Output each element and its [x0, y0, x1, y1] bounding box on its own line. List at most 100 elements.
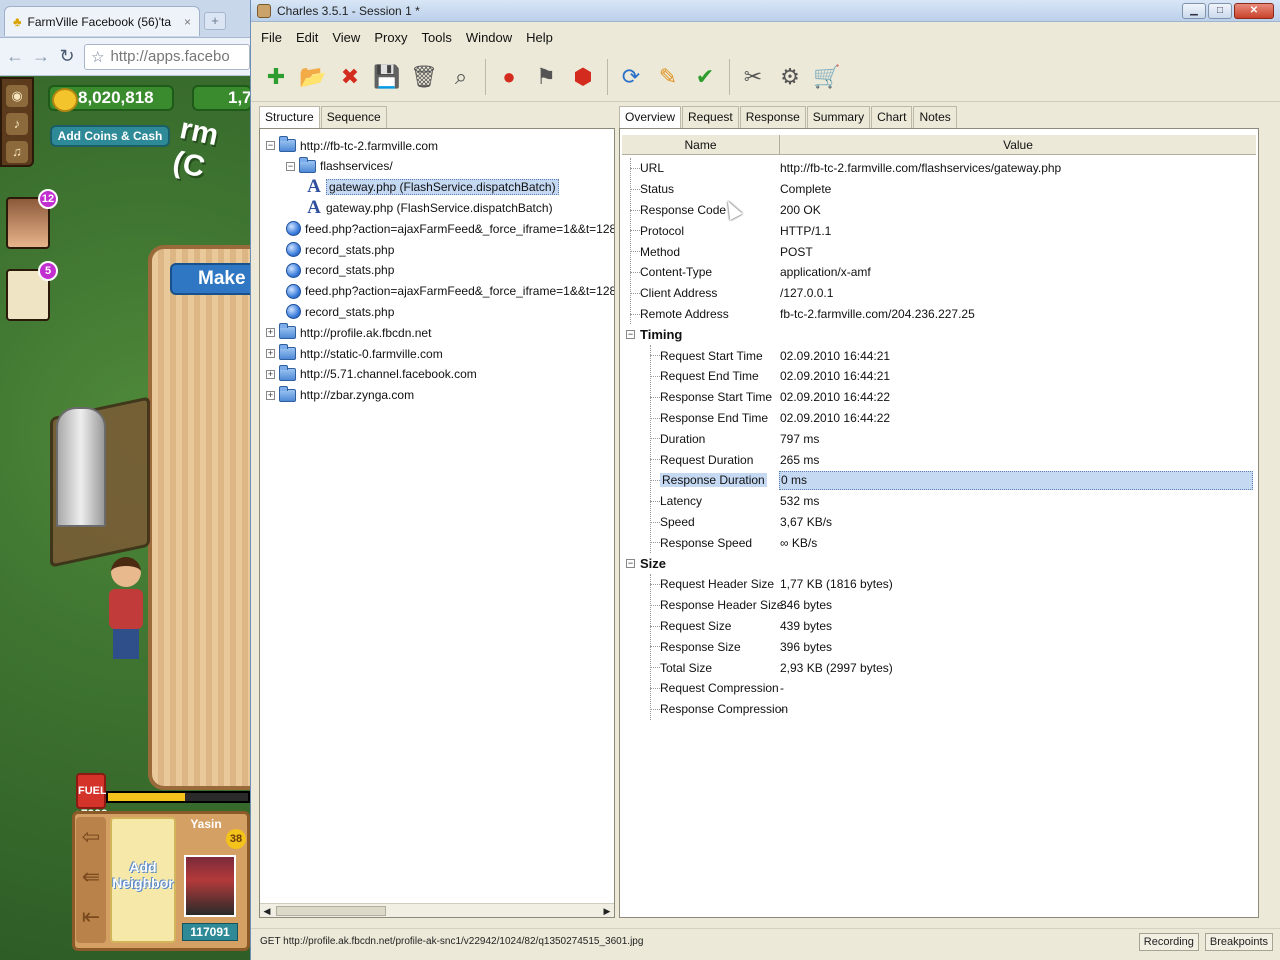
overview-row[interactable]: Request Size 439 bytes — [622, 616, 1256, 637]
overview-row[interactable]: Response Speed ∞ KB/s — [622, 532, 1256, 553]
farmville-game-canvas[interactable]: ◉ ♪ ♫ 8,020,818 1,7 Add Coins & Cash rm … — [0, 77, 250, 960]
overview-row[interactable]: Remote Address fb-tc-2.farmville.com/204.… — [622, 304, 1256, 325]
menu-help[interactable]: Help — [524, 28, 555, 47]
repeat-icon[interactable]: ⟳ — [614, 59, 648, 95]
overview-row[interactable]: Response Size 396 bytes — [622, 636, 1256, 657]
overview-row[interactable]: Total Size 2,93 KB (2997 bytes) — [622, 657, 1256, 678]
window-titlebar[interactable]: Charles 3.5.1 - Session 1 * ▁ □ ✕ — [251, 0, 1280, 22]
overview-row[interactable]: Request Header Size 1,77 KB (1816 bytes) — [622, 574, 1256, 595]
section-row[interactable]: − Size — [622, 553, 1256, 574]
overview-row[interactable]: Request Start Time 02.09.2010 16:44:21 — [622, 345, 1256, 366]
section-row[interactable]: − Timing — [622, 324, 1256, 345]
edit-icon[interactable]: ✎ — [651, 59, 685, 95]
overview-row[interactable]: Content-Type application/x-amf — [622, 262, 1256, 283]
breakpoints-icon[interactable]: ⬢ — [566, 59, 600, 95]
collapse-icon[interactable]: − — [266, 141, 275, 150]
tools-icon[interactable]: ✂ — [736, 59, 770, 95]
cart-icon[interactable]: 🛒 — [810, 59, 844, 95]
overview-row[interactable]: URL http://fb-tc-2.farmville.com/flashser… — [622, 158, 1256, 179]
collapse-icon[interactable]: − — [626, 330, 635, 340]
expand-icon[interactable]: + — [266, 328, 275, 338]
overview-row[interactable]: Status Complete — [622, 179, 1256, 200]
overview-row[interactable]: Response Compression - — [622, 699, 1256, 720]
tree-row[interactable]: Agateway.php (FlashService.dispatchBatch… — [306, 177, 559, 198]
expand-icon[interactable]: + — [266, 349, 275, 358]
menu-tools[interactable]: Tools — [420, 28, 454, 47]
arrow-left-icon[interactable]: ⇦ — [76, 817, 106, 857]
tree-row[interactable]: − flashservices/ — [286, 156, 393, 177]
overview-row[interactable]: Response End Time 02.09.2010 16:44:22 — [622, 408, 1256, 429]
horizontal-scrollbar[interactable]: ◀ ▶ — [260, 903, 614, 917]
tab-summary[interactable]: Summary — [806, 106, 871, 128]
column-header-value[interactable]: Value — [780, 135, 1256, 154]
overview-row[interactable]: Duration 797 ms — [622, 428, 1256, 449]
menu-view[interactable]: View — [330, 28, 362, 47]
close-tab-icon[interactable]: × — [184, 15, 191, 29]
overview-row[interactable]: Speed 3,67 KB/s — [622, 512, 1256, 533]
overview-row[interactable]: Method POST — [622, 241, 1256, 262]
double-arrow-left-icon[interactable]: ⇚ — [76, 857, 106, 897]
overview-row[interactable]: Protocol HTTP/1.1 — [622, 220, 1256, 241]
music-icon[interactable]: ♫ — [6, 141, 28, 163]
overview-row[interactable]: Request Duration 265 ms — [622, 449, 1256, 470]
tab-overview[interactable]: Overview — [619, 106, 682, 128]
breakpoints-status-button[interactable]: Breakpoints — [1204, 932, 1273, 951]
save-icon[interactable]: 💾 — [370, 59, 404, 95]
tab-response[interactable]: Response — [739, 106, 806, 128]
tree-row[interactable]: record_stats.php — [286, 239, 394, 260]
validate-icon[interactable]: ✔ — [688, 59, 722, 95]
add-coins-cash-button[interactable]: Add Coins & Cash — [50, 125, 170, 147]
overview-row[interactable]: Client Address/127.0.0.1 — [622, 283, 1256, 304]
friend-avatar-badge[interactable]: 12 — [6, 189, 58, 249]
sound-icon[interactable]: ♪ — [6, 113, 28, 135]
tree-row[interactable]: feed.php?action=ajaxFarmFeed&_force_ifra… — [286, 281, 614, 302]
scroll-left-icon[interactable]: ◀ — [260, 904, 274, 917]
minimize-button[interactable]: ▁ — [1182, 2, 1206, 19]
tree-row[interactable]: record_stats.php — [286, 301, 394, 322]
find-icon[interactable]: ⌕ — [444, 59, 478, 95]
collapse-icon[interactable]: − — [286, 161, 295, 171]
tree-row[interactable]: record_stats.php — [286, 260, 394, 281]
tree-row[interactable]: + http://profile.ak.fbcdn.net — [266, 322, 431, 343]
close-session-icon[interactable]: ✖ — [333, 59, 367, 95]
back-icon[interactable]: ← — [6, 46, 24, 67]
overview-row[interactable]: Latency 532 ms — [622, 491, 1256, 512]
menu-window[interactable]: Window — [464, 28, 514, 47]
menu-edit[interactable]: Edit — [294, 28, 320, 47]
tab-structure[interactable]: Structure — [259, 106, 320, 128]
fuel-icon[interactable]: FUEL — [76, 773, 107, 809]
menu-file[interactable]: File — [259, 28, 284, 47]
tree-row[interactable]: feed.php?action=ajaxFarmFeed&_force_ifra… — [286, 218, 614, 239]
tree-row[interactable]: − http://fb-tc-2.farmville.com — [266, 135, 438, 156]
throttle-icon[interactable]: ⚑ — [529, 59, 563, 95]
address-bar[interactable]: ☆ http://apps.facebo — [84, 43, 250, 70]
add-neighbor-button[interactable]: Add Neighbor — [110, 817, 176, 943]
tab-request[interactable]: Request — [682, 106, 739, 128]
expand-icon[interactable]: + — [266, 369, 275, 379]
clear-icon[interactable]: 🗑 — [407, 59, 441, 95]
column-header-name[interactable]: Name — [622, 135, 780, 154]
tree-row[interactable]: + http://static-0.farmville.com — [266, 343, 443, 364]
open-icon[interactable]: 📂 — [296, 59, 330, 95]
neighbor-nav-arrows[interactable]: ⇦ ⇚ ⇤ — [76, 817, 106, 943]
record-icon[interactable]: ● — [492, 59, 526, 95]
forward-icon[interactable]: → — [32, 46, 50, 67]
scroll-right-icon[interactable]: ▶ — [600, 904, 614, 917]
tree-row[interactable]: + http://5.71.channel.facebook.com — [266, 364, 477, 385]
neighbor-avatar[interactable] — [184, 855, 236, 917]
tab-chart[interactable]: Chart — [871, 106, 913, 128]
checklist-badge[interactable]: 5 — [6, 261, 58, 321]
reload-icon[interactable]: ↻ — [58, 46, 76, 67]
overview-row[interactable]: Response Code 200 OK — [622, 200, 1256, 221]
settings-icon[interactable]: ⚙ — [773, 59, 807, 95]
arrow-first-icon[interactable]: ⇤ — [76, 897, 106, 937]
overview-row[interactable]: Request End Time 02.09.2010 16:44:21 — [622, 366, 1256, 387]
bookmark-star-icon[interactable]: ☆ — [91, 48, 104, 66]
overview-row[interactable]: Request Compression - — [622, 678, 1256, 699]
close-window-button[interactable]: ✕ — [1234, 2, 1274, 19]
eye-icon[interactable]: ◉ — [6, 85, 28, 107]
scrollbar-thumb[interactable] — [276, 906, 386, 916]
browser-tab[interactable]: ♣ FarmVille Facebook (56)'ta × — [4, 6, 200, 36]
expand-icon[interactable]: + — [266, 390, 275, 400]
maximize-button[interactable]: □ — [1208, 2, 1232, 19]
